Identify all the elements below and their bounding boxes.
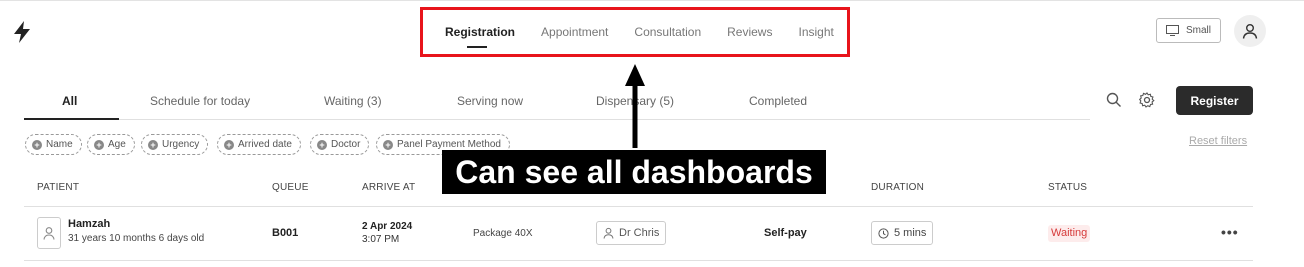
queue-filter-tabs: All Schedule for today Waiting (3) Servi…	[24, 88, 1090, 120]
plus-icon: +	[94, 139, 104, 150]
arrive-time: 3:07 PM	[362, 234, 400, 245]
tab-appointment[interactable]: Appointment	[541, 22, 608, 42]
plus-icon: +	[317, 139, 327, 150]
status-badge: Waiting	[1048, 225, 1091, 242]
header-divider	[24, 206, 1253, 207]
filter-label: Urgency	[162, 139, 200, 150]
payment-method: Self-pay	[764, 227, 807, 239]
user-icon	[43, 227, 55, 240]
queue-number: B001	[272, 227, 299, 239]
plus-icon: +	[32, 139, 42, 150]
user-avatar-button[interactable]	[1234, 15, 1266, 47]
subtab-all[interactable]: All	[62, 94, 77, 108]
annotation-arrow-icon	[625, 64, 645, 148]
column-header-status[interactable]: STATUS	[1048, 182, 1087, 193]
duration-value: 5 mins	[894, 227, 927, 239]
search-icon[interactable]	[1106, 92, 1122, 108]
subtab-schedule-for-today[interactable]: Schedule for today	[150, 94, 250, 108]
doctor-badge[interactable]: Dr Chris	[596, 221, 667, 245]
filter-chip-name[interactable]: + Name	[25, 134, 82, 155]
arrive-date: 2 Apr 2024	[362, 221, 413, 232]
more-actions-icon[interactable]: •••	[1221, 224, 1239, 240]
dashboard-tabs-highlight: Registration Appointment Consultation Re…	[420, 7, 850, 57]
filter-chip-doctor[interactable]: + Doctor	[310, 134, 370, 155]
plus-icon: +	[148, 139, 158, 150]
doctor-name: Dr Chris	[619, 227, 660, 239]
column-header-duration[interactable]: DURATION	[871, 182, 924, 193]
page: Registration Appointment Consultation Re…	[0, 0, 1304, 267]
lightning-logo-icon[interactable]	[12, 21, 32, 43]
column-header-arrive-at[interactable]: ARRIVE AT	[362, 182, 415, 193]
patient-name[interactable]: Hamzah	[68, 218, 110, 230]
plus-icon: +	[383, 139, 393, 150]
patient-age: 31 years 10 months 6 days old	[68, 233, 205, 244]
display-size-button[interactable]: Small	[1156, 18, 1221, 43]
tab-consultation[interactable]: Consultation	[634, 22, 701, 42]
register-button[interactable]: Register	[1176, 86, 1253, 115]
filter-label: Panel Payment Method	[397, 139, 501, 150]
tab-insight[interactable]: Insight	[798, 22, 833, 42]
tab-reviews[interactable]: Reviews	[727, 22, 772, 42]
filter-chip-age[interactable]: + Age	[87, 134, 135, 155]
filter-label: Arrived date	[238, 139, 292, 150]
filter-chip-urgency[interactable]: + Urgency	[141, 134, 209, 155]
plus-icon: +	[224, 139, 234, 150]
filter-label: Age	[108, 139, 126, 150]
clock-icon	[878, 227, 889, 239]
annotation-callout: Can see all dashboards	[442, 150, 826, 194]
active-tab-indicator	[24, 118, 119, 120]
subtab-completed[interactable]: Completed	[749, 94, 807, 108]
filter-label: Doctor	[331, 139, 361, 150]
reset-filters-link[interactable]: Reset filters	[1189, 135, 1247, 147]
patient-avatar	[37, 217, 61, 249]
user-icon	[1242, 24, 1258, 39]
subtab-serving-now[interactable]: Serving now	[457, 94, 523, 108]
filter-chip-arrived-date[interactable]: + Arrived date	[217, 134, 301, 155]
monitor-icon	[1165, 25, 1179, 36]
user-icon	[603, 227, 614, 239]
package-name: Package 40X	[473, 228, 533, 239]
gear-icon[interactable]	[1139, 92, 1155, 108]
subtab-waiting[interactable]: Waiting (3)	[324, 94, 382, 108]
column-header-patient[interactable]: PATIENT	[37, 182, 79, 193]
duration-badge: 5 mins	[871, 221, 934, 245]
display-size-label: Small	[1185, 25, 1211, 36]
row-divider	[24, 260, 1253, 261]
top-navigation: Registration Appointment Consultation Re…	[0, 0, 1304, 60]
column-header-queue[interactable]: QUEUE	[272, 182, 309, 193]
tab-registration[interactable]: Registration	[445, 22, 515, 48]
filter-label: Name	[46, 139, 73, 150]
